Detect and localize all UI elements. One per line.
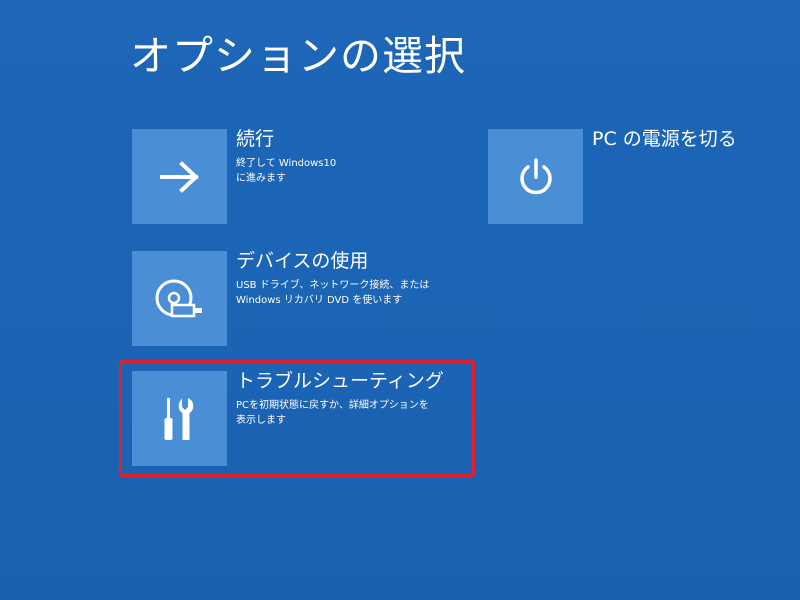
troubleshoot-desc: PCを初期状態に戻すか、詳細オプションを 表示します	[236, 398, 444, 429]
troubleshoot-tile[interactable]	[132, 371, 227, 466]
recovery-screen: オプションの選択 続行 終了して Windows10 に進みます デバイスの使用…	[0, 0, 800, 600]
use-device-text: デバイスの使用 USB ドライブ、ネットワーク接続、または Windows リカ…	[236, 250, 429, 309]
troubleshoot-desc-line2: 表示します	[236, 415, 286, 427]
use-device-option[interactable]: デバイスの使用 USB ドライブ、ネットワーク接続、または Windows リカ…	[132, 250, 429, 346]
page-title: オプションの選択	[130, 32, 466, 80]
power-off-option[interactable]: PC の電源を切る	[488, 128, 737, 224]
power-icon	[519, 157, 552, 194]
troubleshoot-text: トラブルシューティング PCを初期状態に戻すか、詳細オプションを 表示します	[236, 370, 444, 429]
troubleshoot-title: トラブルシューティング	[236, 370, 444, 392]
continue-tile[interactable]	[132, 129, 227, 224]
disc-usb-icon	[155, 279, 202, 317]
continue-option[interactable]: 続行 終了して Windows10 に進みます	[132, 128, 336, 224]
continue-desc-line1: 終了して Windows10	[236, 157, 337, 169]
power-off-text: PC の電源を切る	[592, 128, 737, 152]
use-device-desc-line2: Windows リカバリ DVD を使います	[236, 295, 403, 307]
use-device-title: デバイスの使用	[236, 250, 369, 272]
continue-desc: 終了して Windows10 に進みます	[236, 156, 336, 187]
tools-icon	[164, 397, 193, 440]
power-off-title: PC の電源を切る	[592, 128, 737, 150]
continue-title: 続行	[236, 128, 275, 150]
continue-text: 続行 終了して Windows10 に進みます	[236, 128, 336, 187]
use-device-desc: USB ドライブ、ネットワーク接続、または Windows リカバリ DVD を…	[236, 278, 429, 309]
use-device-desc-line1: USB ドライブ、ネットワーク接続、または	[236, 279, 430, 291]
use-device-tile[interactable]	[132, 251, 227, 346]
troubleshoot-option[interactable]: トラブルシューティング PCを初期状態に戻すか、詳細オプションを 表示します	[132, 370, 444, 466]
continue-desc-line2: に進みます	[236, 173, 286, 185]
arrow-right-icon	[159, 160, 199, 193]
troubleshoot-desc-line1: PCを初期状態に戻すか、詳細オプションを	[236, 399, 429, 411]
power-off-tile[interactable]	[488, 129, 583, 224]
